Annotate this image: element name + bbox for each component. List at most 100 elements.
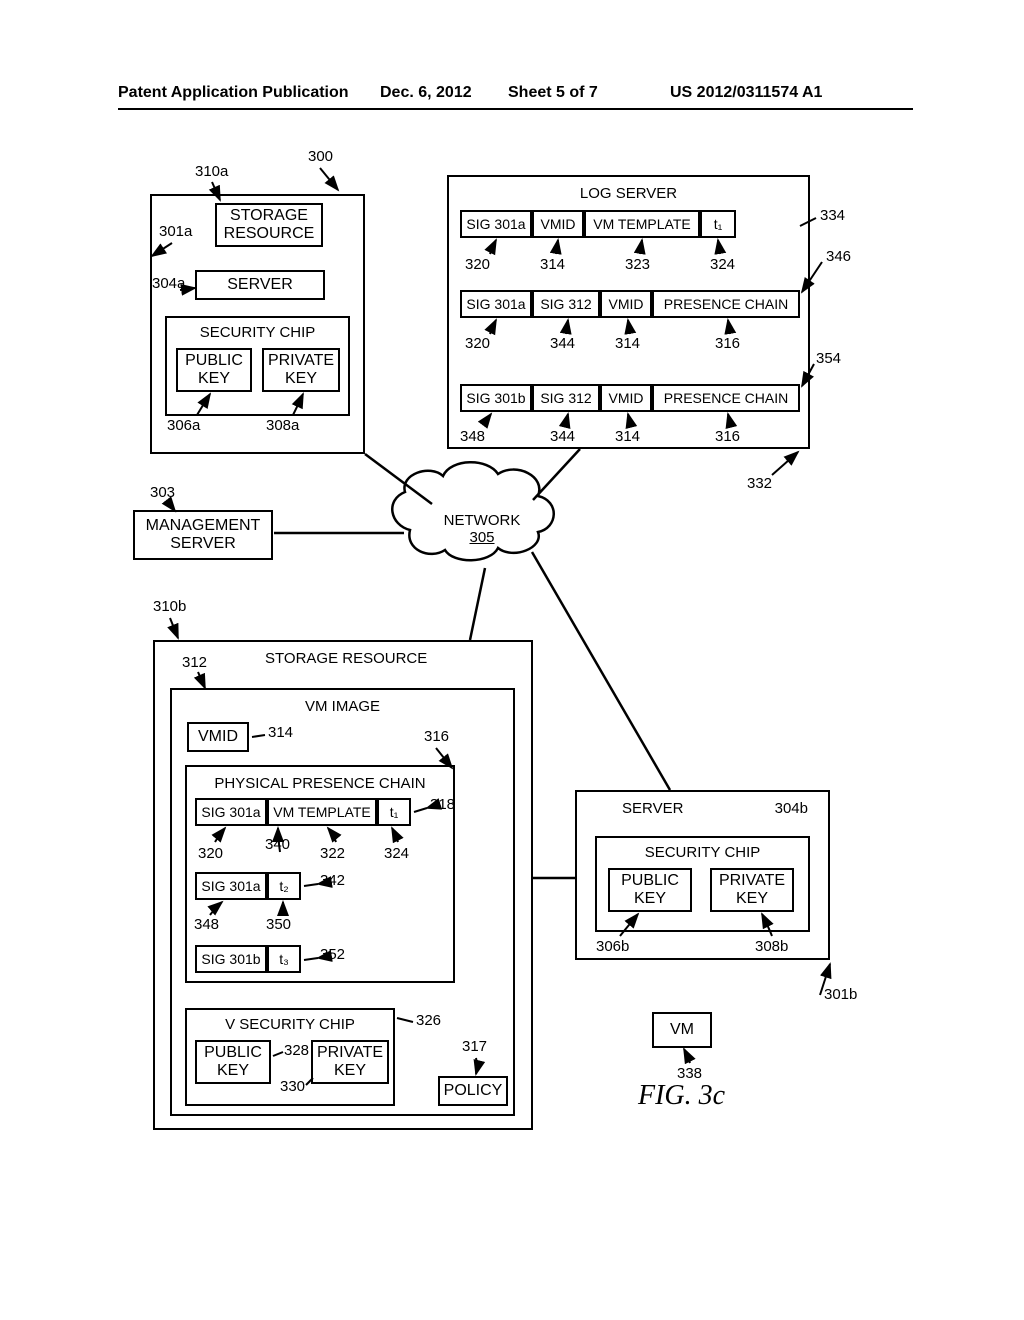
ref-324: 324 [710,256,735,273]
header-left: Patent Application Publication [118,84,349,102]
ref-308a: 308a [266,417,299,434]
ref-330: 330 [280,1078,305,1095]
ref-340: 340 [265,836,290,853]
ref-334: 334 [820,207,845,224]
ref-354: 354 [816,350,841,367]
label-vm: VM [670,1021,694,1039]
log-row2-sig301a: SIG 301a [460,290,532,318]
label-vm-image: VM IMAGE [172,698,513,715]
box-policy: POLICY [438,1076,508,1106]
figure-label: FIG. 3c [638,1080,725,1112]
label-private-v: PRIVATE [317,1044,383,1062]
ref-301a: 301a [159,223,192,240]
log-row3-sig301b: SIG 301b [460,384,532,412]
label-server-b: SERVER [622,800,683,817]
label-policy: POLICY [444,1082,503,1100]
label-log-server: LOG SERVER [449,185,808,202]
network-cloud-label: NETWORK 305 [432,512,532,547]
ref-306a: 306a [167,417,200,434]
label-key-prb: KEY [736,890,768,908]
box-server-a: SERVER [195,270,325,300]
t-log1-tpl: VM TEMPLATE [593,216,691,232]
ref-348: 348 [460,428,485,445]
label-security-chip-a: SECURITY CHIP [167,324,348,341]
ref-318: 318 [430,796,455,813]
label-private-a: PRIVATE [268,352,334,370]
ref-320: 320 [465,256,490,273]
chain2-sig: SIG 301a [195,872,267,900]
box-public-key-a: PUBLIC KEY [176,348,252,392]
label-key-prv: KEY [334,1062,366,1080]
ref-348-b: 348 [194,916,219,933]
log-row3-vmid: VMID [600,384,652,412]
t-c1-t: t₁ [390,804,399,820]
label-public-a: PUBLIC [185,352,243,370]
ref-312: 312 [182,654,207,671]
label-security-chip-b: SECURITY CHIP [597,844,808,861]
log-row2-sig312: SIG 312 [532,290,600,318]
ref-342: 342 [320,872,345,889]
t-log2-v: VMID [609,296,644,312]
box-public-key-b: PUBLIC KEY [608,868,692,912]
header-sheet: Sheet 5 of 7 [508,84,598,102]
label-public-v: PUBLIC [204,1044,262,1062]
t-log2-s2: SIG 312 [540,296,591,312]
ref-324-b: 324 [384,845,409,862]
ref-344-2: 344 [550,428,575,445]
log-row2-chain: PRESENCE CHAIN [652,290,800,318]
ref-316-2: 316 [715,335,740,352]
box-storage-resource-a: STORAGE RESOURCE [215,203,323,247]
t-log3-c: PRESENCE CHAIN [664,390,788,406]
ref-332: 332 [747,475,772,492]
ref-310a: 310a [195,163,228,180]
t-log2-s1: SIG 301a [466,296,525,312]
box-vm: VM [652,1012,712,1048]
label-storage-b: STORAGE RESOURCE [265,650,427,667]
log-row2-vmid: VMID [600,290,652,318]
t-c3-sig: SIG 301b [201,951,260,967]
ref-314: 314 [540,256,565,273]
label-vsecurity: V SECURITY CHIP [187,1016,393,1033]
log-row3-chain: PRESENCE CHAIN [652,384,800,412]
box-private-key-b: PRIVATE KEY [710,868,794,912]
t-log1-t: t₁ [714,216,723,232]
ref-314-3: 314 [615,428,640,445]
t-c2-t: t₂ [279,878,288,894]
ref-350: 350 [266,916,291,933]
t-c1-sig: SIG 301a [201,804,260,820]
ref-326: 326 [416,1012,441,1029]
header-rule [118,108,913,110]
ref-320-b: 320 [198,845,223,862]
label-key-pra: KEY [285,370,317,388]
label-mgmt-server: SERVER [170,535,236,553]
t-log2-c: PRESENCE CHAIN [664,296,788,312]
header-date: Dec. 6, 2012 [380,84,472,102]
box-management-server: MANAGEMENT SERVER [133,510,273,560]
box-private-v: PRIVATE KEY [311,1040,389,1084]
ref-303: 303 [150,484,175,501]
ref-323: 323 [625,256,650,273]
ref-314-b: 314 [268,724,293,741]
ref-305: 305 [469,529,494,546]
label-presence-chain: PHYSICAL PRESENCE CHAIN [187,775,453,792]
log-row3-sig312: SIG 312 [532,384,600,412]
chain3-sig: SIG 301b [195,945,267,973]
ref-308b: 308b [755,938,788,955]
ref-344: 344 [550,335,575,352]
ref-304a: 304a [152,275,185,292]
label-management: MANAGEMENT [146,517,261,535]
ref-316-3: 316 [715,428,740,445]
ref-306b: 306b [596,938,629,955]
chain1-sig: SIG 301a [195,798,267,826]
chain1-t1: t₁ [377,798,411,826]
ref-346: 346 [826,248,851,265]
log-row1-sig301a: SIG 301a [460,210,532,238]
chain2-t2: t₂ [267,872,301,900]
log-row1-t1: t₁ [700,210,736,238]
box-private-key-a: PRIVATE KEY [262,348,340,392]
fig-text: FIG. 3c [638,1080,725,1111]
ref-328: 328 [284,1042,309,1059]
label-storage: STORAGE [230,207,308,225]
box-public-v: PUBLIC KEY [195,1040,271,1084]
chain3-t3: t₃ [267,945,301,973]
